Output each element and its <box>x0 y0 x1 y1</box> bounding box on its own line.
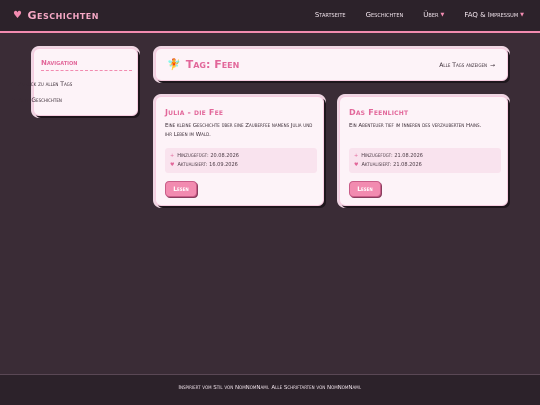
nav-item-startseite[interactable]: Startseite <box>315 11 346 19</box>
updated-date: ♥ Aktualisiert: 16.09.2026 <box>170 162 238 168</box>
read-button[interactable]: Lesen <box>349 181 381 197</box>
added-date: + Hinzugefügt: 21.08.2026 <box>354 153 423 159</box>
nav-item-label: Geschichten <box>365 11 404 19</box>
nav-item-geschichten[interactable]: Geschichten <box>366 11 404 19</box>
tag-header: 🧚 Tag: Feen Alle Tags anzeigen → <box>155 48 508 81</box>
site-title: Geschichten <box>27 9 99 22</box>
heart-icon: ♥ <box>10 97 16 104</box>
show-all-tags-link[interactable]: Alle Tags anzeigen → <box>439 62 495 69</box>
caret-down-icon: ▼ <box>440 12 445 18</box>
sidebar-link-label: Alle Geschichten <box>18 97 62 104</box>
sidebar-title: Navigation <box>41 59 132 71</box>
heart-icon: ♥ <box>13 10 23 21</box>
updated-date: ♥ Aktualisiert: 21.08.2026 <box>354 162 422 168</box>
nav-item-faq-impressum[interactable]: FAQ & Impressum ▼ <box>464 11 524 19</box>
read-button[interactable]: Lesen <box>165 181 197 197</box>
footer: Inspiriert vom Stil von NomNomNami. Alle… <box>0 374 540 405</box>
story-description: Ein Abenteuer tief im Inneren des verzau… <box>349 123 482 129</box>
arrow-right-icon: → <box>489 62 495 69</box>
top-navbar: ♥ Geschichten Startseite Geschichten Übe… <box>0 0 540 33</box>
updated-date-text: Aktualisiert: 16.09.2026 <box>177 162 238 168</box>
all-tags-label: Alle Tags anzeigen <box>439 62 487 69</box>
nav-item-ueber[interactable]: Über ▼ <box>423 11 444 19</box>
heart-icon: ♥ <box>170 162 175 168</box>
footer-text: Inspiriert vom Stil von NomNomNami. Alle… <box>178 385 362 391</box>
main-nav: Startseite Geschichten Über ▼ FAQ & Impr… <box>315 11 524 19</box>
page-title: 🧚 Tag: Feen <box>167 58 239 71</box>
story-title[interactable]: Julia - die Fee <box>165 108 223 117</box>
tag-title-text: Tag: Feen <box>185 58 240 71</box>
plus-icon: + <box>354 153 359 159</box>
nav-item-label: FAQ & Impressum <box>464 11 519 19</box>
caret-down-icon: ▼ <box>520 12 524 18</box>
added-date-text: Hinzugefügt: 21.08.2026 <box>361 153 423 159</box>
all-stories-link[interactable]: ♥ Alle Geschichten <box>10 97 62 104</box>
nav-item-label: Über <box>423 11 439 19</box>
story-description: Eine kleine Geschichte über eine Zauberf… <box>165 123 313 138</box>
sidebar-link-label: Zurück zu allen Tags <box>18 81 73 88</box>
story-card: Julia - die Fee Eine kleine Geschichte ü… <box>155 96 324 206</box>
added-date-text: Hinzugefügt: 20.08.2026 <box>177 153 239 159</box>
story-title[interactable]: Das Feenlicht <box>349 108 408 117</box>
added-date: + Hinzugefügt: 20.08.2026 <box>170 153 239 159</box>
site-brand[interactable]: ♥ Geschichten <box>13 9 99 22</box>
back-to-all-tags-link[interactable]: ← Zurück zu allen Tags <box>10 81 72 88</box>
nav-item-label: Startseite <box>314 11 346 19</box>
story-card: Das Feenlicht Ein Abenteuer tief im Inne… <box>339 96 508 206</box>
updated-date-text: Aktualisiert: 21.08.2026 <box>361 162 422 168</box>
story-meta: + Hinzugefügt: 21.08.2026 ♥ Aktualisiert… <box>349 148 501 173</box>
heart-icon: ♥ <box>354 162 359 168</box>
story-meta: + Hinzugefügt: 20.08.2026 ♥ Aktualisiert… <box>165 148 317 173</box>
plus-icon: + <box>170 153 175 159</box>
arrow-left-icon: ← <box>10 81 16 88</box>
fairy-icon: 🧚 <box>167 58 181 71</box>
